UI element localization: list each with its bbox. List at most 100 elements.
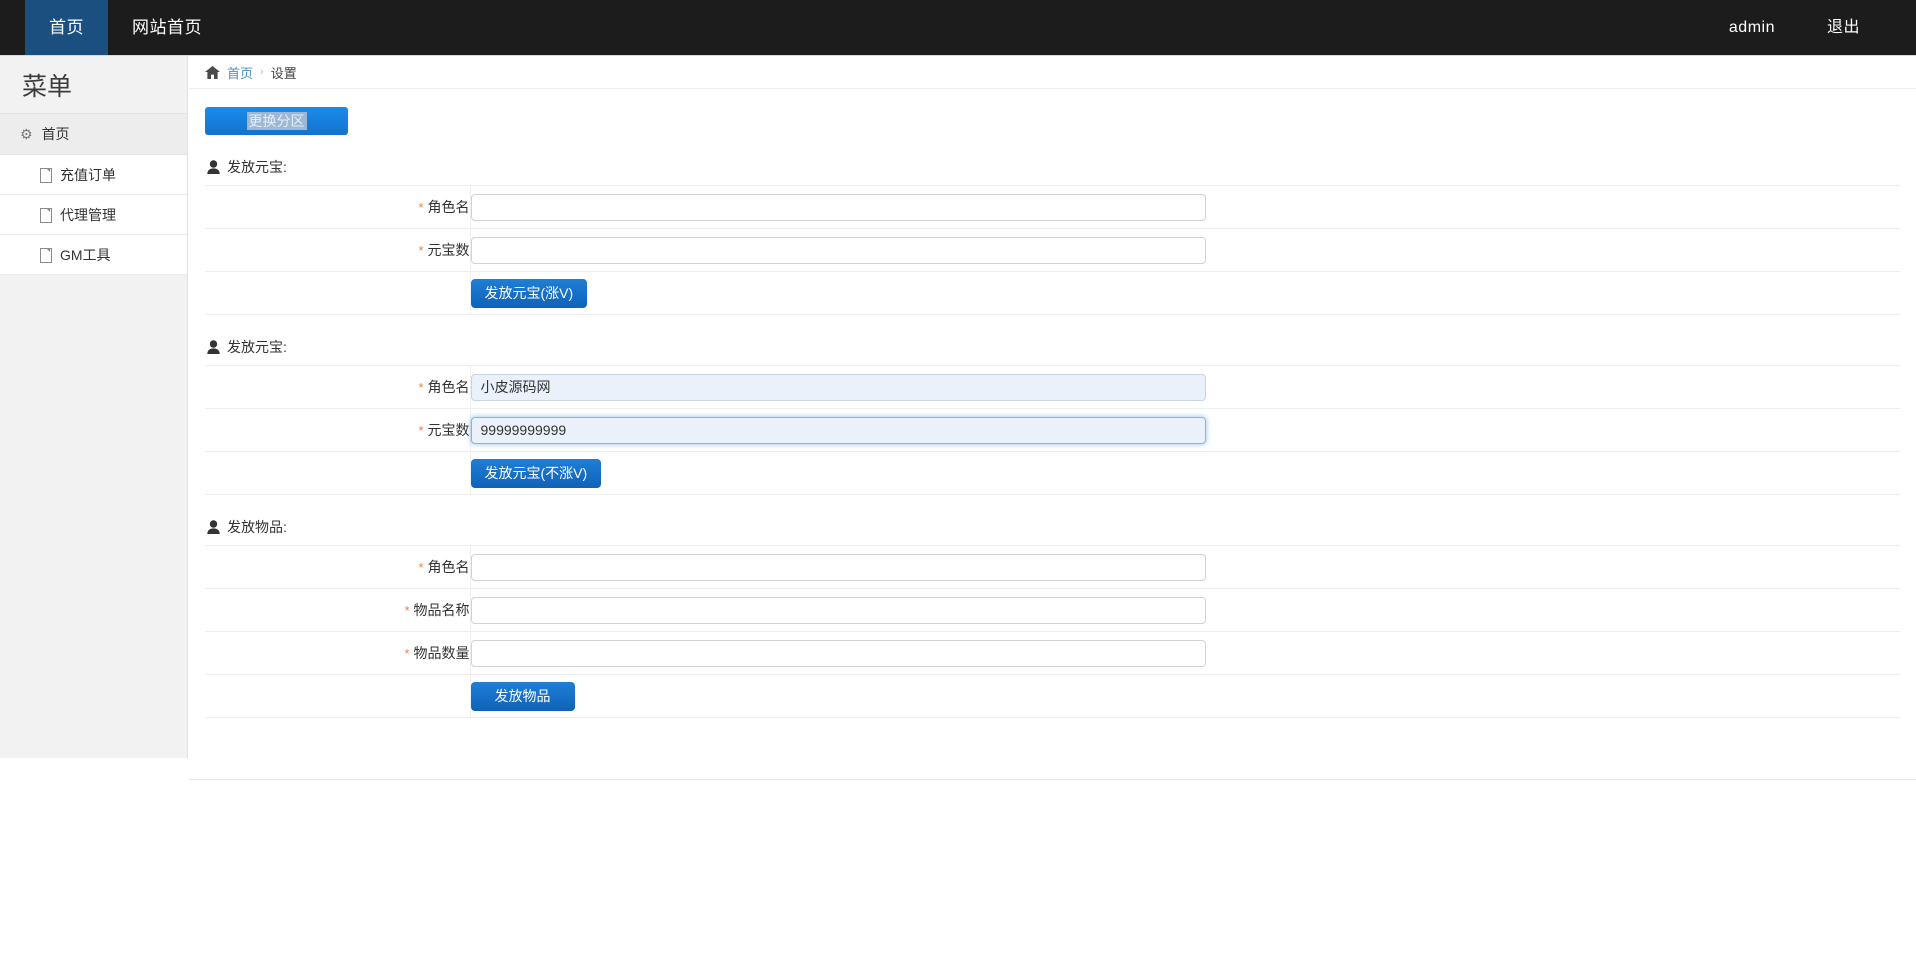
field-input-cell	[470, 186, 1900, 229]
role-name-input[interactable]	[471, 554, 1206, 581]
sidebar: 菜单 ⚙ 首页 充值订单 代理管理 GM工具	[0, 56, 188, 758]
navbar-left-group: 首页 网站首页	[0, 0, 226, 55]
field-label-cell: * 物品名称	[205, 589, 470, 632]
gear-icon: ⚙	[20, 127, 33, 141]
form-row: * 物品名称	[205, 589, 1900, 632]
field-input-cell	[470, 546, 1900, 589]
breadcrumb-separator: ›	[260, 66, 264, 78]
field-label-cell	[205, 675, 470, 718]
required-asterisk: *	[418, 380, 423, 395]
section-title: 发放元宝:	[205, 157, 1900, 177]
nav-item-logout[interactable]: 退出	[1801, 0, 1886, 55]
form-table: * 角色名 * 物品名称 * 物品数量	[205, 545, 1900, 718]
required-asterisk: *	[404, 603, 409, 618]
nav-item-username[interactable]: admin	[1703, 0, 1801, 55]
section-title-label: 发放元宝:	[227, 337, 287, 357]
section-grant-gold-no-v: 发放元宝: * 角色名 * 元宝数	[205, 337, 1900, 495]
field-input-cell	[470, 229, 1900, 272]
form-row: * 角色名	[205, 366, 1900, 409]
sidebar-item-gm-tools[interactable]: GM工具	[0, 235, 187, 275]
section-grant-item: 发放物品: * 角色名 * 物品名称	[205, 517, 1900, 718]
top-navbar: 首页 网站首页 admin 退出	[0, 0, 1916, 56]
form-row: * 元宝数	[205, 229, 1900, 272]
user-icon	[207, 340, 220, 354]
form-table: *角色名 *元宝数 发放元宝(	[205, 365, 1900, 495]
navbar-right-group: admin 退出	[1703, 0, 1916, 55]
field-label: 角色名	[428, 379, 470, 395]
breadcrumb-current: 设置	[271, 63, 297, 82]
form-row: 发放物品	[205, 675, 1900, 718]
form-row: * 元宝数	[205, 409, 1900, 452]
field-label-cell	[205, 452, 470, 495]
field-input-cell	[470, 366, 1900, 409]
form-table: *角色名 *元宝数 发放元宝(	[205, 185, 1900, 315]
field-action-cell: 发放元宝(涨V)	[470, 272, 1900, 315]
gold-amount-input[interactable]	[471, 417, 1206, 444]
document-icon	[40, 208, 51, 222]
field-label: 元宝数	[428, 422, 470, 438]
nav-item-site-home[interactable]: 网站首页	[108, 0, 226, 55]
field-label-cell: * 物品数量	[205, 632, 470, 675]
form-row: * 物品数量	[205, 632, 1900, 675]
sidebar-item-label: 代理管理	[60, 205, 116, 225]
document-icon	[40, 248, 51, 262]
field-input-cell	[470, 409, 1900, 452]
sidebar-item-label: 充值订单	[60, 165, 116, 185]
user-icon	[207, 520, 220, 534]
role-name-input[interactable]	[471, 194, 1206, 221]
footer-divider	[189, 779, 1916, 780]
main-content: 首页 › 设置 更换分区 发放元宝: * 角色名	[189, 56, 1916, 964]
sidebar-item-label: GM工具	[60, 245, 111, 265]
grant-gold-no-v-button[interactable]: 发放元宝(不涨V)	[471, 459, 602, 488]
change-region-button[interactable]: 更换分区	[205, 107, 348, 135]
field-label-cell: * 角色名	[205, 366, 470, 409]
field-label: 元宝数	[428, 242, 470, 258]
field-label-cell: * 角色名	[205, 186, 470, 229]
sidebar-group-label: 首页	[42, 124, 70, 144]
breadcrumb-home-link[interactable]: 首页	[227, 63, 253, 82]
sidebar-item-recharge-orders[interactable]: 充值订单	[0, 155, 187, 195]
required-asterisk: *	[418, 423, 423, 438]
field-label-cell: * 元宝数	[205, 409, 470, 452]
change-region-button-label: 更换分区	[247, 112, 307, 130]
gold-amount-input[interactable]	[471, 237, 1206, 264]
home-icon	[205, 66, 220, 79]
field-label-cell: * 元宝数	[205, 229, 470, 272]
required-asterisk: *	[418, 200, 423, 215]
user-icon	[207, 160, 220, 174]
field-input-cell	[470, 589, 1900, 632]
nav-item-home[interactable]: 首页	[25, 0, 108, 55]
section-grant-gold-v: 发放元宝: * 角色名 * 元宝数	[205, 157, 1900, 315]
field-label: 物品数量	[414, 645, 470, 661]
item-quantity-input[interactable]	[471, 640, 1206, 667]
field-action-cell: 发放元宝(不涨V)	[470, 452, 1900, 495]
field-label-cell: * 角色名	[205, 546, 470, 589]
grant-item-button[interactable]: 发放物品	[471, 682, 575, 711]
field-label-cell	[205, 272, 470, 315]
sidebar-title: 菜单	[0, 56, 187, 114]
field-label: 物品名称	[414, 602, 470, 618]
form-row: * 角色名	[205, 186, 1900, 229]
section-title: 发放物品:	[205, 517, 1900, 537]
sidebar-item-agent-management[interactable]: 代理管理	[0, 195, 187, 235]
breadcrumb: 首页 › 设置	[189, 56, 1916, 89]
section-title-label: 发放元宝:	[227, 157, 287, 177]
panel-body: 更换分区 发放元宝: * 角色名	[189, 89, 1916, 718]
item-name-input[interactable]	[471, 597, 1206, 624]
sidebar-group-home[interactable]: ⚙ 首页	[0, 114, 187, 155]
required-asterisk: *	[418, 560, 423, 575]
field-action-cell: 发放物品	[470, 675, 1900, 718]
role-name-input[interactable]	[471, 374, 1206, 401]
field-label: 角色名	[428, 199, 470, 215]
form-row: 发放元宝(涨V)	[205, 272, 1900, 315]
form-row: * 角色名	[205, 546, 1900, 589]
field-input-cell	[470, 632, 1900, 675]
document-icon	[40, 168, 51, 182]
required-asterisk: *	[418, 243, 423, 258]
form-row: 发放元宝(不涨V)	[205, 452, 1900, 495]
field-label: 角色名	[428, 559, 470, 575]
required-asterisk: *	[404, 646, 409, 661]
grant-gold-v-button[interactable]: 发放元宝(涨V)	[471, 279, 588, 308]
section-title: 发放元宝:	[205, 337, 1900, 357]
section-title-label: 发放物品:	[227, 517, 287, 537]
